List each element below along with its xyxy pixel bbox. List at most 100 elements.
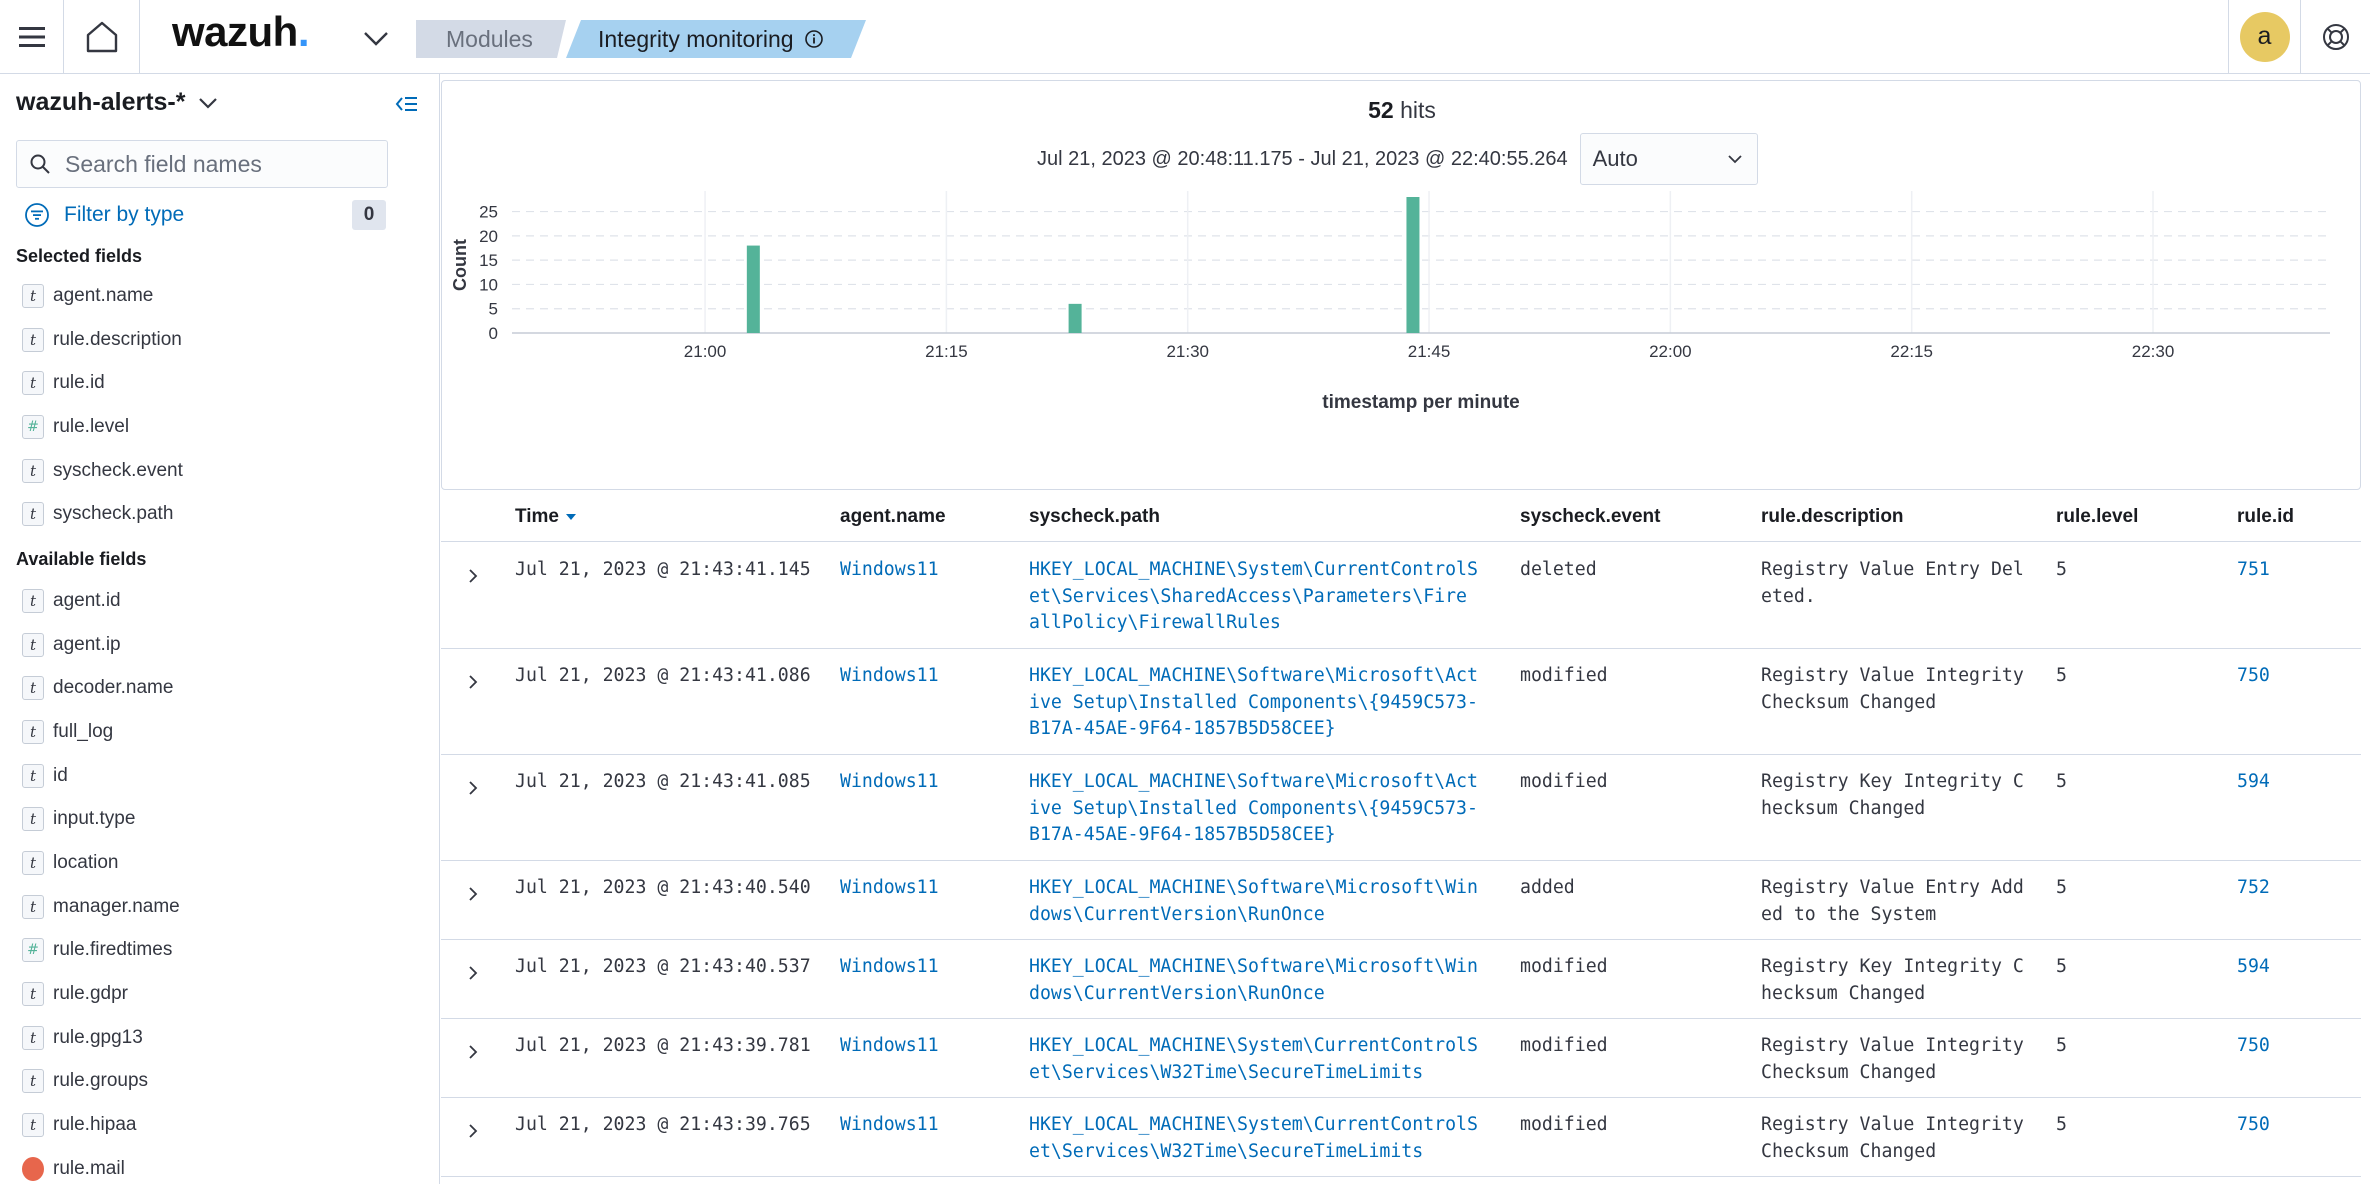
- syscheck-path-link-line: ive Setup\Installed Components\{9459C573…: [1029, 797, 1478, 819]
- field-item[interactable]: t rule.gdpr: [22, 972, 180, 1016]
- menu-button[interactable]: [0, 0, 64, 73]
- column-header-syscheck-path[interactable]: syscheck.path: [1029, 506, 1160, 528]
- x-tick-label: 22:00: [1649, 342, 1692, 361]
- syscheck-path-link[interactable]: HKEY_LOCAL_MACHINE\Software\Microsoft\Ac…: [1029, 663, 1478, 743]
- agent-name-link[interactable]: Windows11: [840, 769, 939, 796]
- field-name: agent.id: [53, 589, 121, 611]
- expand-row-icon[interactable]: [463, 963, 483, 983]
- column-header-rule-level[interactable]: rule.level: [2056, 506, 2138, 528]
- field-item[interactable]: t rule.id: [22, 361, 183, 405]
- agent-name-link[interactable]: Windows11: [840, 663, 939, 690]
- rule-description-cell: Registry Value Integrity Checksum Changed: [1761, 1033, 2024, 1086]
- field-item[interactable]: t agent.id: [22, 579, 180, 623]
- field-item[interactable]: # rule.level: [22, 405, 183, 449]
- field-item[interactable]: t manager.name: [22, 885, 180, 929]
- syscheck-path-link[interactable]: HKEY_LOCAL_MACHINE\Software\Microsoft\Ac…: [1029, 769, 1478, 849]
- rule-id-link[interactable]: 594: [2237, 954, 2270, 981]
- field-item[interactable]: t full_log: [22, 710, 180, 754]
- expand-row-icon[interactable]: [463, 884, 483, 904]
- syscheck-path-link[interactable]: HKEY_LOCAL_MACHINE\System\CurrentControl…: [1029, 1112, 1478, 1165]
- selected-fields-title: Selected fields: [16, 246, 143, 266]
- interval-select[interactable]: Auto: [1579, 133, 1758, 185]
- syscheck-path-link[interactable]: HKEY_LOCAL_MACHINE\System\CurrentControl…: [1029, 1033, 1478, 1086]
- field-item[interactable]: rule.mail: [22, 1147, 180, 1184]
- agent-name-link[interactable]: Windows11: [840, 1112, 939, 1139]
- syscheck-event-cell: modified: [1520, 665, 1608, 686]
- rule-level-cell: 5: [2056, 1035, 2067, 1056]
- interval-value: Auto: [1592, 146, 1638, 171]
- field-name: input.type: [53, 808, 136, 830]
- rule-level-cell: 5: [2056, 1114, 2067, 1135]
- syscheck-path-link[interactable]: HKEY_LOCAL_MACHINE\Software\Microsoft\Wi…: [1029, 954, 1478, 1007]
- index-pattern-select[interactable]: wazuh-alerts-*: [16, 88, 219, 117]
- home-button[interactable]: [64, 0, 140, 73]
- field-item[interactable]: t rule.groups: [22, 1060, 180, 1104]
- help-button[interactable]: [2300, 0, 2370, 73]
- info-icon[interactable]: [804, 29, 824, 49]
- field-item[interactable]: t syscheck.event: [22, 449, 183, 493]
- syscheck-path-link-line: dows\CurrentVersion\RunOnce: [1029, 982, 1325, 1004]
- syscheck-path-link-line: HKEY_LOCAL_MACHINE\Software\Microsoft\Wi…: [1029, 877, 1478, 898]
- field-item[interactable]: # rule.firedtimes: [22, 929, 180, 973]
- string-type-icon: t: [22, 588, 44, 613]
- expand-row-icon[interactable]: [463, 1121, 483, 1141]
- breadcrumb-modules[interactable]: Modules: [416, 20, 566, 58]
- column-header-time[interactable]: Time: [515, 506, 577, 528]
- chevron-down-icon[interactable]: [360, 22, 392, 54]
- time-cell: Jul 21, 2023 @ 21:43:40.540: [515, 877, 811, 898]
- user-menu[interactable]: a: [2228, 0, 2300, 73]
- breadcrumb-integrity-monitoring[interactable]: Integrity monitoring: [566, 20, 866, 58]
- column-header-syscheck-event[interactable]: syscheck.event: [1520, 506, 1661, 528]
- rule-description-cell-line: Registry Value Integrity: [1761, 1114, 2024, 1135]
- column-header-rule-id[interactable]: rule.id: [2237, 506, 2294, 528]
- field-item[interactable]: t syscheck.path: [22, 492, 183, 536]
- rule-id-link[interactable]: 751: [2237, 557, 2270, 584]
- syscheck-path-link[interactable]: HKEY_LOCAL_MACHINE\System\CurrentControl…: [1029, 557, 1478, 637]
- expand-row-icon[interactable]: [463, 566, 483, 586]
- syscheck-path-link[interactable]: HKEY_LOCAL_MACHINE\Software\Microsoft\Wi…: [1029, 875, 1478, 928]
- wazuh-logo[interactable]: wazuh.: [172, 8, 310, 56]
- field-item[interactable]: t decoder.name: [22, 666, 180, 710]
- x-tick-label: 21:30: [1166, 342, 1209, 361]
- x-tick-label: 22:15: [1890, 342, 1933, 361]
- agent-name-link[interactable]: Windows11: [840, 557, 939, 584]
- string-type-icon: t: [22, 676, 44, 701]
- column-header-rule-description[interactable]: rule.description: [1761, 506, 1904, 528]
- field-item[interactable]: t location: [22, 841, 180, 885]
- field-item[interactable]: t input.type: [22, 797, 180, 841]
- avatar[interactable]: a: [2239, 11, 2290, 62]
- field-item[interactable]: t agent.name: [22, 274, 183, 318]
- collapse-sidebar-icon[interactable]: [392, 90, 420, 118]
- syscheck-event-cell: added: [1520, 877, 1575, 898]
- table-row: Jul 21, 2023 @ 21:43:39.765 Windows11 HKEY…: [441, 1098, 2361, 1177]
- search-field-names-input[interactable]: [65, 150, 385, 178]
- histogram-bar[interactable]: [1068, 303, 1082, 333]
- column-header-agent-name[interactable]: agent.name: [840, 506, 946, 528]
- field-item[interactable]: t rule.hipaa: [22, 1103, 180, 1147]
- rule-id-link[interactable]: 750: [2237, 663, 2270, 690]
- menu-icon: [18, 26, 45, 47]
- syscheck-path-link-line: HKEY_LOCAL_MACHINE\System\CurrentControl…: [1029, 559, 1478, 580]
- rule-level-cell: 5: [2056, 771, 2067, 792]
- field-item[interactable]: t rule.gpg13: [22, 1016, 180, 1060]
- expand-row-icon[interactable]: [463, 778, 483, 798]
- syscheck-path-link-line: et\Services\W32Time\SecureTimeLimits: [1029, 1061, 1424, 1083]
- expand-row-icon[interactable]: [463, 1042, 483, 1062]
- sort-descending-icon[interactable]: [565, 513, 577, 521]
- agent-name-link[interactable]: Windows11: [840, 1033, 939, 1060]
- field-item[interactable]: t rule.description: [22, 318, 183, 362]
- histogram-bar[interactable]: [1406, 197, 1420, 333]
- rule-id-link[interactable]: 750: [2237, 1033, 2270, 1060]
- field-item[interactable]: t agent.ip: [22, 623, 180, 667]
- rule-id-link[interactable]: 750: [2237, 1112, 2270, 1139]
- agent-name-link[interactable]: Windows11: [840, 875, 939, 902]
- time-cell: Jul 21, 2023 @ 21:43:40.537: [515, 956, 811, 977]
- rule-id-link[interactable]: 594: [2237, 769, 2270, 796]
- rule-id-link[interactable]: 752: [2237, 875, 2270, 902]
- expand-row-icon[interactable]: [463, 672, 483, 692]
- filter-by-type-button[interactable]: Filter by type 0: [24, 198, 386, 232]
- syscheck-event-cell: modified: [1520, 1114, 1608, 1135]
- agent-name-link[interactable]: Windows11: [840, 954, 939, 981]
- histogram-bar[interactable]: [746, 245, 760, 333]
- field-item[interactable]: t id: [22, 754, 180, 798]
